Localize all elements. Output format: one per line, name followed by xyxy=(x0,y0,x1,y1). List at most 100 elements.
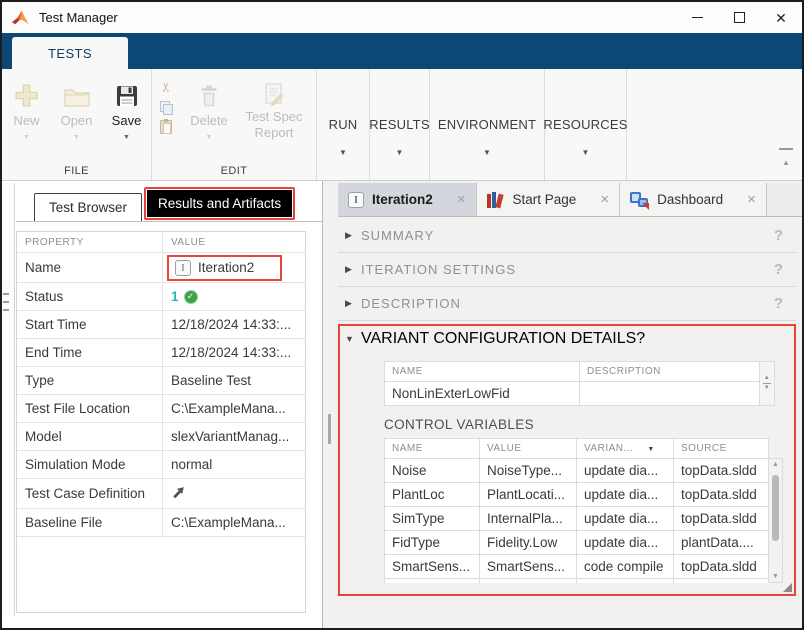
tab-test-browser[interactable]: Test Browser xyxy=(34,193,142,221)
collapse-ribbon-button[interactable]: ▲ xyxy=(779,148,793,170)
cv-header-variant[interactable]: VARIAN...▼ xyxy=(577,439,674,459)
close-tab-icon[interactable]: × xyxy=(457,191,466,208)
dropdown-caret-icon: ▼ xyxy=(483,148,491,157)
copy-icon[interactable] xyxy=(160,101,172,114)
table-row[interactable]: SmartSens... SmartSens... code compile t… xyxy=(385,555,769,579)
cv-source-cell: topData.sldd xyxy=(674,507,769,531)
cv-table-scrollbar[interactable]: ▲ ▼ xyxy=(768,458,783,583)
table-header-row: NAME VALUE VARIAN...▼ SOURCE xyxy=(385,439,769,459)
table-row-test-file-location: Test File Location C:\ExampleMana... xyxy=(17,395,305,423)
dashboard-icon xyxy=(630,191,649,209)
property-label: Status xyxy=(17,283,163,310)
scroll-thumb[interactable] xyxy=(772,475,779,541)
close-tab-icon[interactable]: × xyxy=(600,191,609,208)
property-value xyxy=(163,479,305,508)
ribbon-tabstrip: TESTS xyxy=(2,33,802,69)
table-row-type: Type Baseline Test xyxy=(17,367,305,395)
maximize-button[interactable] xyxy=(718,2,760,33)
matlab-logo-icon xyxy=(11,9,30,26)
resize-grip-icon[interactable] xyxy=(783,583,792,592)
goto-test-case-icon[interactable] xyxy=(171,485,186,503)
config-header-name[interactable]: NAME xyxy=(385,362,580,382)
property-label: Name xyxy=(17,253,163,282)
run-dropdown[interactable]: RUN ▼ xyxy=(317,69,370,180)
doc-tab-start-page[interactable]: Start Page × xyxy=(477,183,621,216)
iteration-icon: I xyxy=(348,192,364,208)
table-row[interactable]: Noise NoiseType... update dia... topData… xyxy=(385,459,769,483)
scroll-up-icon[interactable]: ▲ xyxy=(760,375,774,382)
scroll-thumb[interactable] xyxy=(763,383,771,384)
cv-name-cell: Noise xyxy=(385,459,480,483)
table-row[interactable]: NonLinExterLowFid xyxy=(385,382,775,406)
cv-source-cell: topData.sldd xyxy=(674,483,769,507)
scroll-down-icon[interactable]: ▼ xyxy=(769,573,782,580)
cv-header-value[interactable]: VALUE xyxy=(480,439,577,459)
help-icon[interactable]: ? xyxy=(774,227,783,244)
cut-icon[interactable]: ✂ xyxy=(158,82,174,93)
tab-tests[interactable]: TESTS xyxy=(12,37,128,69)
save-label: Save xyxy=(112,113,142,128)
paste-icon[interactable] xyxy=(160,120,172,134)
doc-tab-label: Start Page xyxy=(513,192,577,207)
config-name-cell: NonLinExterLowFid xyxy=(385,382,580,406)
sort-caret-icon[interactable]: ▼ xyxy=(647,446,654,453)
help-icon[interactable]: ? xyxy=(774,261,783,278)
close-tab-icon[interactable]: × xyxy=(747,191,756,208)
document-tabs: I Iteration2 × Start Page × Dashboard × xyxy=(338,183,802,217)
open-label: Open xyxy=(61,113,93,128)
doc-tab-iteration2[interactable]: I Iteration2 × xyxy=(338,183,477,216)
cv-variant-cell: update dia... xyxy=(577,531,674,555)
cv-source-cell: topData.sldd xyxy=(674,459,769,483)
section-description[interactable]: ▶ DESCRIPTION ? xyxy=(338,287,796,321)
ribbon-spacer: ▲ xyxy=(627,69,802,180)
property-label: Simulation Mode xyxy=(17,451,163,478)
variant-content: NAME DESCRIPTION ▲ ▼ NonLinExterLowFid xyxy=(340,352,794,583)
help-icon[interactable]: ? xyxy=(636,330,645,348)
dropdown-caret-icon: ▼ xyxy=(73,134,80,141)
table-row-baseline-file: Baseline File C:\ExampleMana... xyxy=(17,509,305,537)
property-value: 12/18/2024 14:33:... xyxy=(163,339,305,366)
section-variant-configuration-details[interactable]: ▼ VARIANT CONFIGURATION DETAILS ? xyxy=(340,326,794,352)
config-table-scrollbar[interactable]: ▲ ▼ xyxy=(760,362,775,406)
cv-name-cell: PlantLoc xyxy=(385,483,480,507)
table-row[interactable]: PlantLoc PlantLocati... update dia... to… xyxy=(385,483,769,507)
section-summary[interactable]: ▶ SUMMARY ? xyxy=(338,219,796,253)
left-panel: Test Browser Results and Artifacts PROPE… xyxy=(2,181,323,628)
control-variables-label: CONTROL VARIABLES xyxy=(384,417,794,432)
new-label: New xyxy=(13,113,39,128)
table-row-partial xyxy=(385,579,769,584)
table-row[interactable]: FidType Fidelity.Low update dia... plant… xyxy=(385,531,769,555)
save-icon xyxy=(114,77,140,109)
test-spec-report-label: Test Spec Report xyxy=(245,109,302,141)
tab-results-and-artifacts[interactable]: Results and Artifacts xyxy=(147,190,292,217)
minimize-icon xyxy=(692,17,703,18)
cv-header-name[interactable]: NAME xyxy=(385,439,480,459)
annotation-box-name-value: I Iteration2 xyxy=(167,255,282,281)
left-gutter-splitter[interactable] xyxy=(2,183,15,616)
doc-tab-dashboard[interactable]: Dashboard × xyxy=(620,183,767,216)
cv-name-cell: SimType xyxy=(385,507,480,531)
table-row-test-case-definition: Test Case Definition xyxy=(17,479,305,509)
property-label: Test File Location xyxy=(17,395,163,422)
scroll-up-icon[interactable]: ▲ xyxy=(769,461,782,468)
annotation-box-variant-section: ▼ VARIANT CONFIGURATION DETAILS ? NAME D… xyxy=(338,324,796,596)
section-iteration-settings[interactable]: ▶ ITERATION SETTINGS ? xyxy=(338,253,796,287)
help-icon[interactable]: ? xyxy=(774,295,783,312)
property-value: Baseline Test xyxy=(163,367,305,394)
panel-splitter-handle[interactable] xyxy=(328,414,331,444)
minimize-button[interactable] xyxy=(676,2,718,33)
right-panel: I Iteration2 × Start Page × Dashboard × xyxy=(323,181,802,628)
scroll-down-icon[interactable]: ▼ xyxy=(760,385,774,392)
resources-dropdown[interactable]: RESOURCES ▼ xyxy=(545,69,627,180)
table-row[interactable]: SimType InternalPla... update dia... top… xyxy=(385,507,769,531)
close-button[interactable]: ✕ xyxy=(760,2,802,33)
property-label: End Time xyxy=(17,339,163,366)
config-header-description[interactable]: DESCRIPTION xyxy=(580,362,760,382)
cv-header-source[interactable]: SOURCE xyxy=(674,439,769,459)
results-dropdown[interactable]: RESULTS ▼ xyxy=(370,69,430,180)
dropdown-caret-icon: ▼ xyxy=(123,134,130,141)
file-group-label: FILE xyxy=(2,165,151,177)
environment-dropdown[interactable]: ENVIRONMENT ▼ xyxy=(430,69,545,180)
test-manager-window: Test Manager ✕ TESTS New ▼ Open ▼ xyxy=(0,0,804,630)
property-value[interactable]: I Iteration2 xyxy=(163,253,305,282)
